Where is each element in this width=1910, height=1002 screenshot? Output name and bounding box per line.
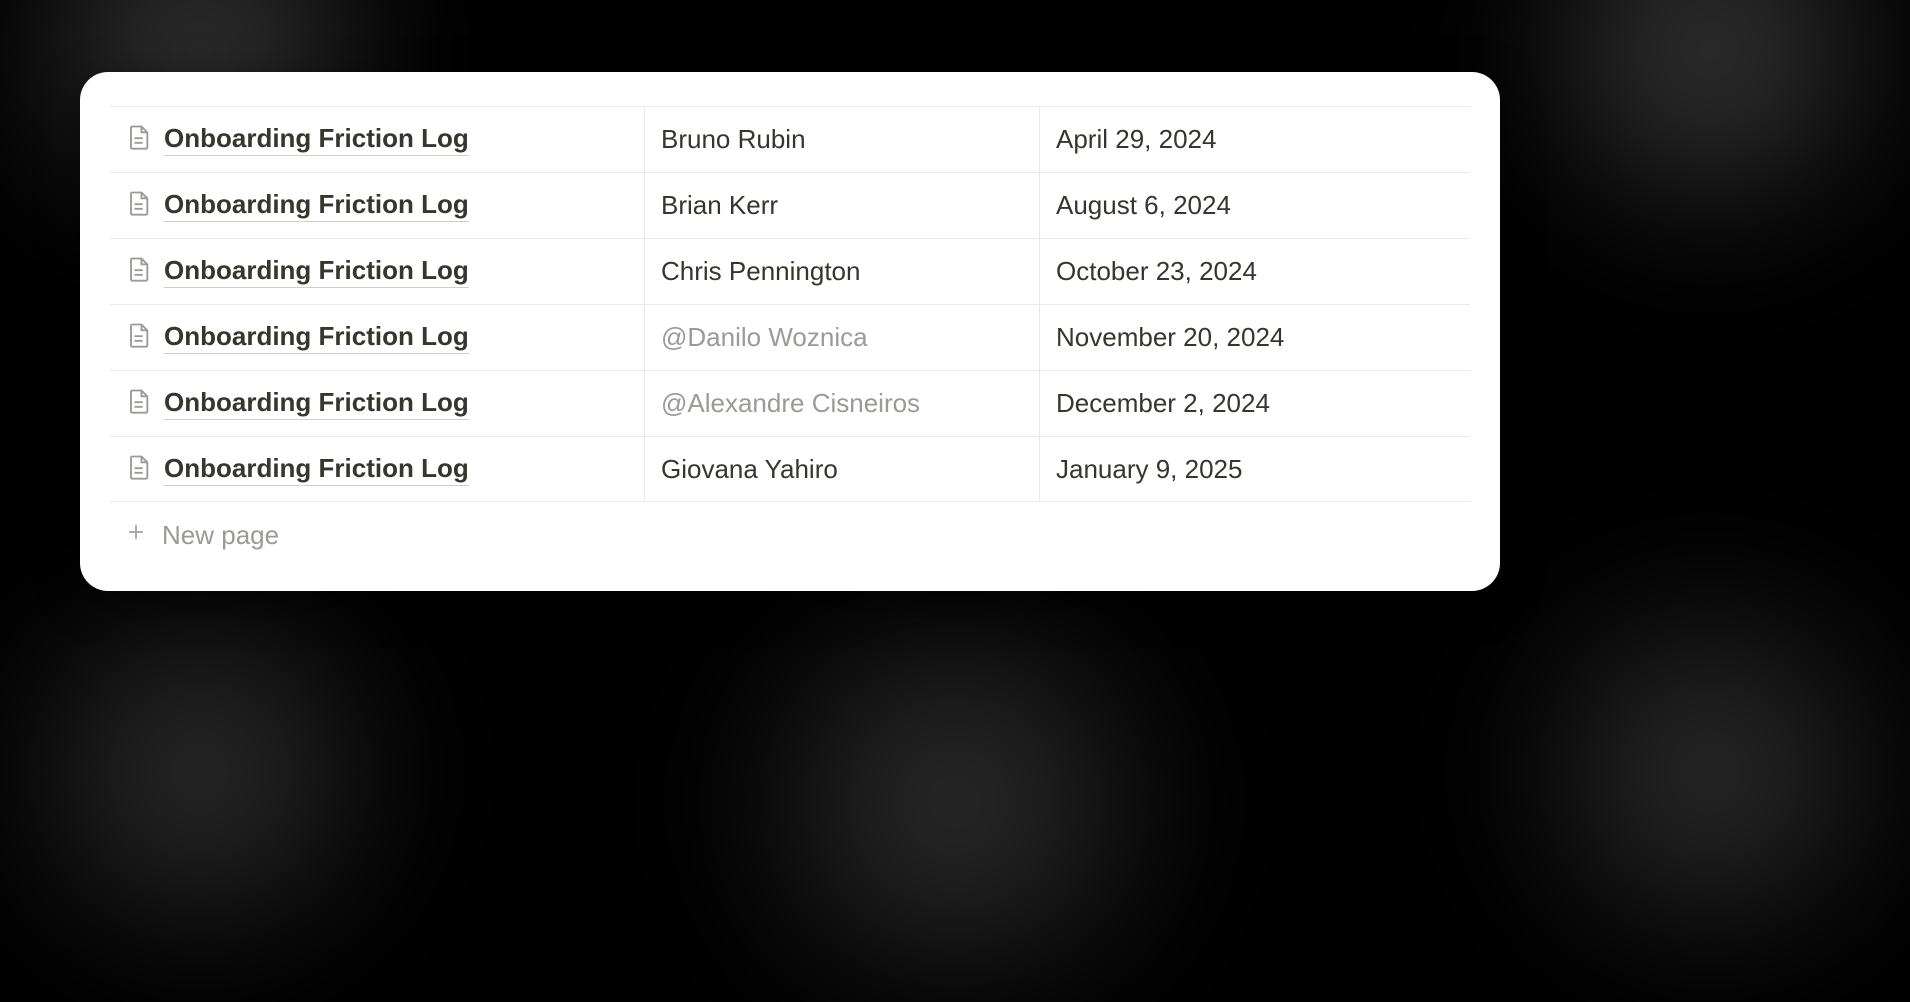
author-cell-mention[interactable]: @Danilo Woznica [645, 305, 1040, 370]
date-cell[interactable]: April 29, 2024 [1040, 107, 1470, 172]
page-icon [124, 387, 152, 420]
page-icon [124, 255, 152, 288]
database-table: Onboarding Friction Log Bruno Rubin Apri… [110, 106, 1470, 502]
table-row[interactable]: Onboarding Friction Log Chris Pennington… [110, 238, 1470, 304]
author-cell[interactable]: Chris Pennington [645, 239, 1040, 304]
page-title-link[interactable]: Onboarding Friction Log [164, 255, 469, 288]
table-row[interactable]: Onboarding Friction Log @Alexandre Cisne… [110, 370, 1470, 436]
page-icon [124, 189, 152, 222]
author-cell-mention[interactable]: @Alexandre Cisneiros [645, 371, 1040, 436]
page-icon [124, 321, 152, 354]
plus-icon [124, 520, 148, 551]
date-cell[interactable]: November 20, 2024 [1040, 305, 1470, 370]
table-row[interactable]: Onboarding Friction Log Bruno Rubin Apri… [110, 106, 1470, 172]
date-cell[interactable]: August 6, 2024 [1040, 173, 1470, 238]
date-cell[interactable]: October 23, 2024 [1040, 239, 1470, 304]
date-cell[interactable]: January 9, 2025 [1040, 437, 1470, 501]
table-row[interactable]: Onboarding Friction Log Brian Kerr Augus… [110, 172, 1470, 238]
page-icon [124, 123, 152, 156]
title-cell[interactable]: Onboarding Friction Log [110, 107, 645, 172]
new-page-label: New page [162, 520, 279, 551]
author-cell[interactable]: Brian Kerr [645, 173, 1040, 238]
table-row[interactable]: Onboarding Friction Log Giovana Yahiro J… [110, 436, 1470, 502]
date-cell[interactable]: December 2, 2024 [1040, 371, 1470, 436]
page-title-link[interactable]: Onboarding Friction Log [164, 189, 469, 222]
author-cell[interactable]: Bruno Rubin [645, 107, 1040, 172]
title-cell[interactable]: Onboarding Friction Log [110, 437, 645, 501]
new-page-button[interactable]: New page [110, 502, 1470, 551]
page-title-link[interactable]: Onboarding Friction Log [164, 123, 469, 156]
title-cell[interactable]: Onboarding Friction Log [110, 305, 645, 370]
author-cell[interactable]: Giovana Yahiro [645, 437, 1040, 501]
page-title-link[interactable]: Onboarding Friction Log [164, 453, 469, 486]
title-cell[interactable]: Onboarding Friction Log [110, 239, 645, 304]
title-cell[interactable]: Onboarding Friction Log [110, 371, 645, 436]
page-title-link[interactable]: Onboarding Friction Log [164, 321, 469, 354]
database-card: Onboarding Friction Log Bruno Rubin Apri… [80, 72, 1500, 591]
title-cell[interactable]: Onboarding Friction Log [110, 173, 645, 238]
page-icon [124, 453, 152, 486]
table-row[interactable]: Onboarding Friction Log @Danilo Woznica … [110, 304, 1470, 370]
page-title-link[interactable]: Onboarding Friction Log [164, 387, 469, 420]
